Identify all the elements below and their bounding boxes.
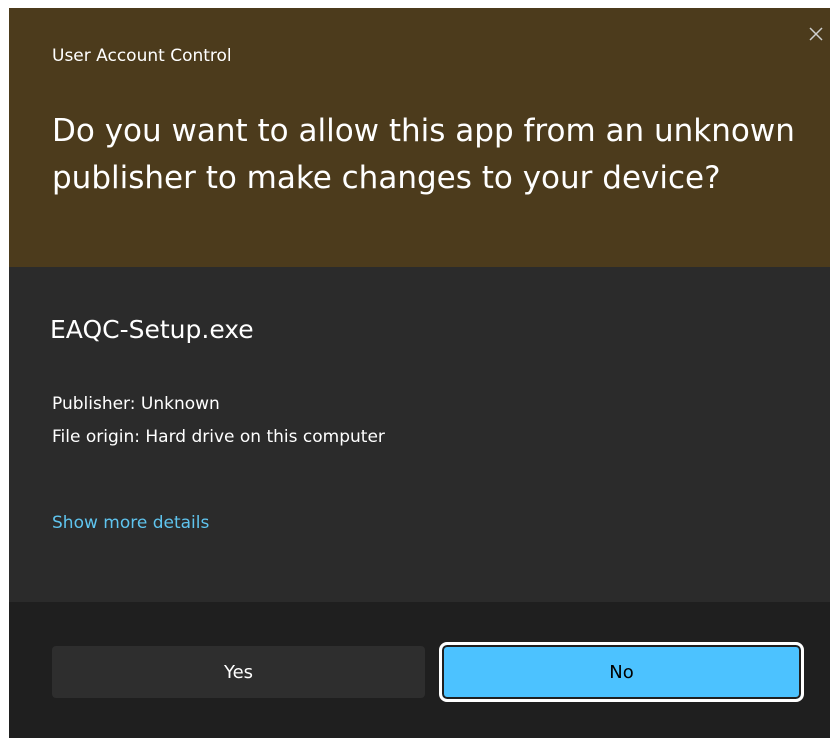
dialog-body: EAQC-Setup.exe Publisher: Unknown File o…	[9, 267, 830, 602]
close-icon	[808, 26, 824, 46]
file-origin-text: File origin: Hard drive on this computer	[52, 427, 385, 447]
publisher-text: Publisher: Unknown	[52, 394, 220, 414]
dialog-footer: Yes No	[9, 602, 830, 738]
consent-question: Do you want to allow this app from an un…	[52, 113, 795, 196]
no-button[interactable]: No	[439, 642, 804, 702]
app-name: EAQC-Setup.exe	[50, 315, 254, 344]
uac-dialog: User Account Control Do you want to allo…	[9, 8, 830, 738]
dialog-title: User Account Control	[52, 46, 232, 66]
show-more-details-link[interactable]: Show more details	[52, 513, 209, 533]
dialog-header: User Account Control Do you want to allo…	[9, 8, 830, 267]
yes-button[interactable]: Yes	[52, 646, 425, 698]
close-button[interactable]	[802, 22, 830, 50]
